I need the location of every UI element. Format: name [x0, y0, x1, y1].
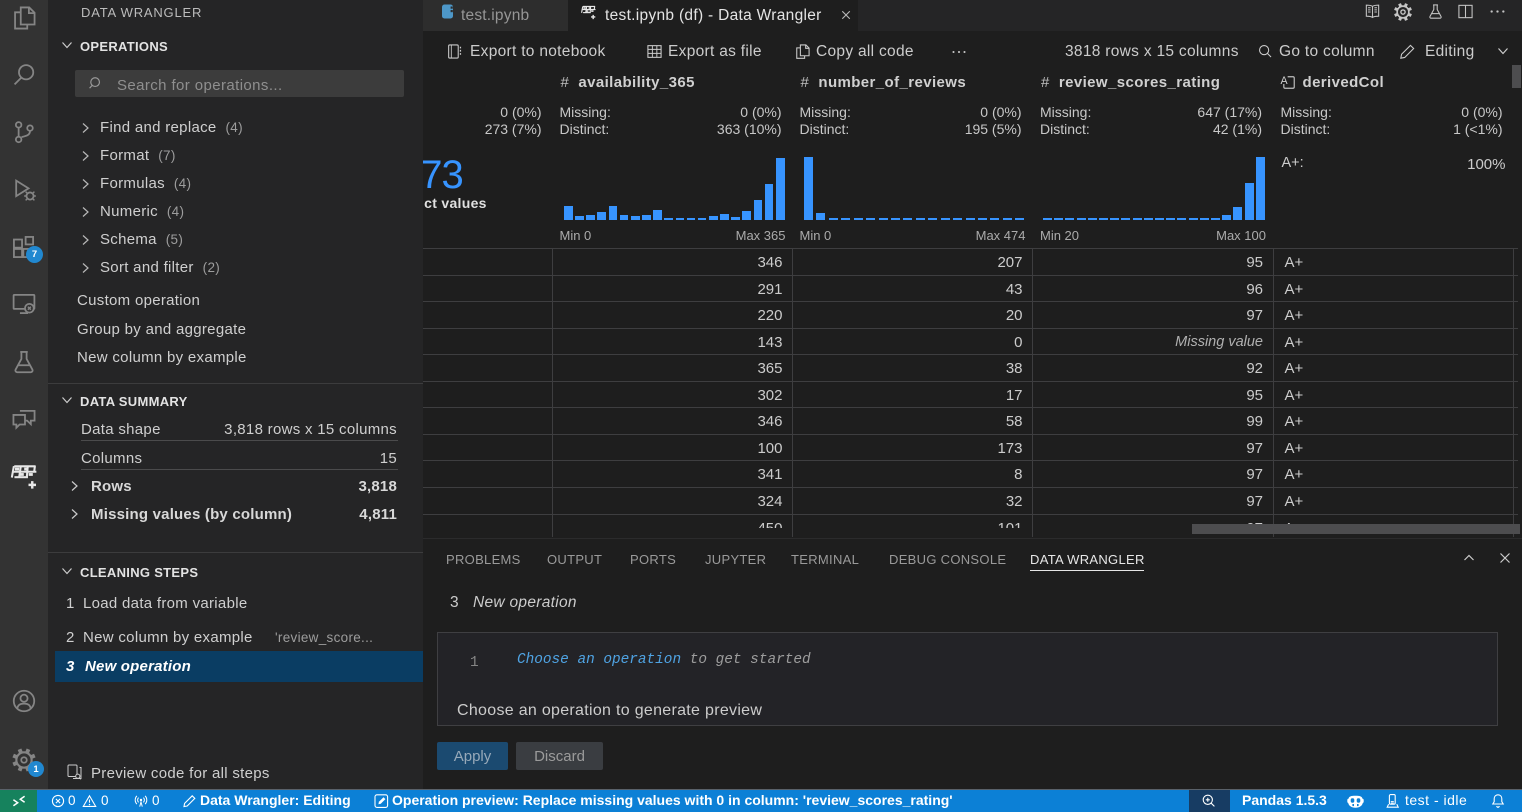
svg-text:A: A	[1280, 75, 1288, 87]
